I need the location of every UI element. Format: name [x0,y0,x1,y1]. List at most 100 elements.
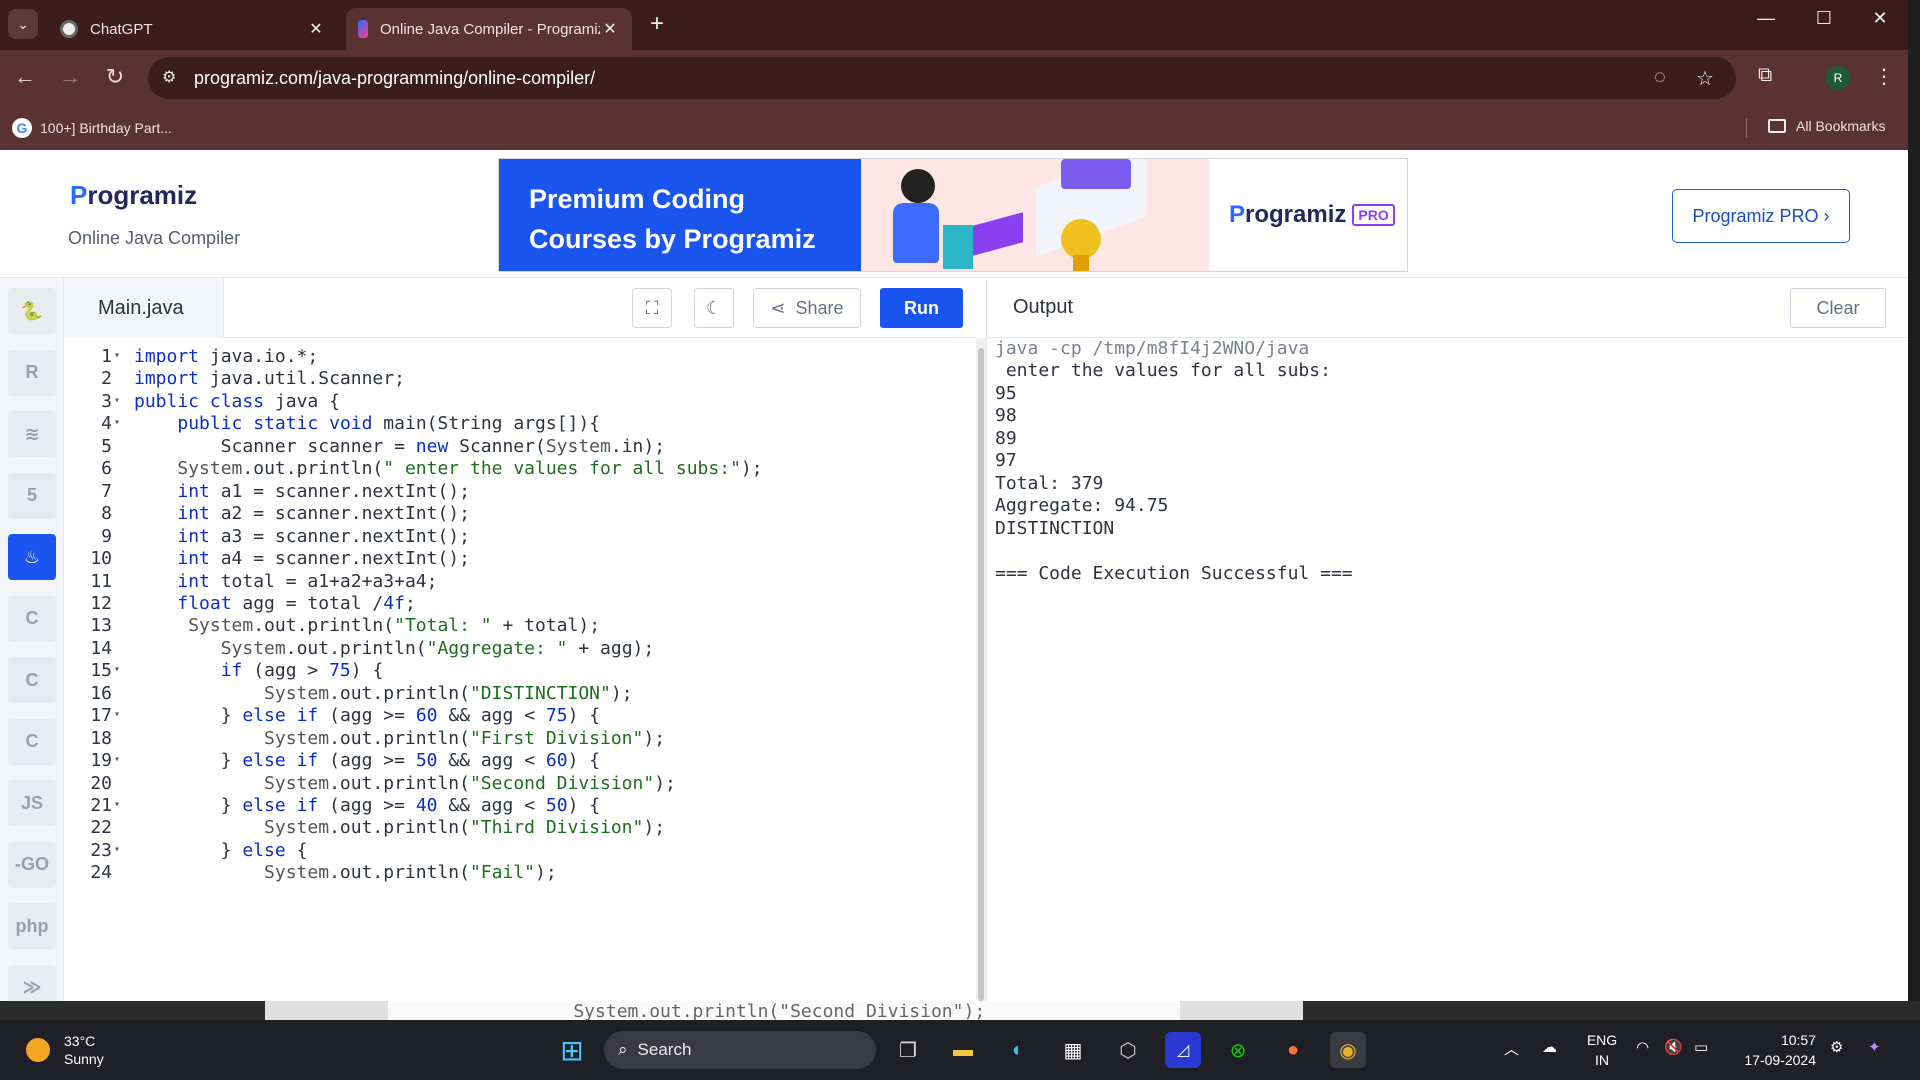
taskbar-search[interactable]: ⌕ Search [604,1031,876,1069]
lang-html-icon[interactable]: 5 [8,472,56,519]
lang-c-icon[interactable]: C [8,595,56,642]
xbox-icon[interactable]: ⊗ [1220,1032,1256,1068]
clock[interactable]: 10:57 17-09-2024 [1738,1030,1816,1070]
menu-kebab-icon[interactable]: ⋮ [1874,64,1894,89]
minimize-icon[interactable]: — [1746,8,1786,29]
address-bar[interactable]: ⚙ programiz.com/java-programming/online-… [148,57,1736,99]
lang-cpp-icon[interactable]: C [8,657,56,703]
dark-mode-icon[interactable]: ☾ [694,288,734,328]
tab-chatgpt[interactable]: ChatGPT ✕ [48,8,338,50]
background-window: System.out.println("Second Division"); [0,1001,1920,1020]
folder-icon [1768,119,1786,133]
output-line: === Code Execution Successful === [995,562,1353,584]
share-button[interactable]: ⋖ Share [753,288,861,328]
reload-icon[interactable]: ↻ [100,64,130,90]
show-hidden-icons-icon[interactable]: ︿ [1504,1038,1519,1059]
tab-title: Online Java Compiler - Programiz [380,20,600,38]
back-icon[interactable]: ← [10,64,40,90]
share-icon: ⋖ [770,297,786,318]
start-icon[interactable]: ⊞ [554,1032,590,1068]
lang-java-icon[interactable]: ♨ [8,534,56,580]
code-line[interactable]: 24 System.out.println("Fail"); [64,862,556,890]
tab-search-button[interactable]: ⌄ [8,9,38,39]
output-console[interactable]: java -cp /tmp/m8fI4j2WNO/java enter the … [986,338,1908,1001]
eye-off-icon[interactable]: ◌ [1654,66,1666,89]
page-subtitle: Online Java Compiler [68,228,241,248]
all-bookmarks-button[interactable]: All Bookmarks [1768,118,1885,134]
editor-toolbar: Main.java ⛶ ☾ ⋖ Share Run [64,278,976,338]
bookmark-star-icon[interactable]: ☆ [1696,66,1714,91]
close-window-icon[interactable]: ✕ [1860,8,1900,29]
search-icon: ⌕ [618,1040,628,1059]
task-view-icon[interactable]: ❐ [890,1032,926,1068]
chrome-icon[interactable]: ◉ [1330,1032,1366,1068]
bookmark-label: 100+] Birthday Part... [40,120,172,136]
battery-icon[interactable]: ▭ [1694,1038,1708,1056]
lang-swift-icon[interactable]: ≫ [8,964,56,1001]
code-editor[interactable]: 1 ▾ import java.io.*; 2 import java.util.Sca… [64,338,976,1001]
file-explorer-icon[interactable]: ▬ [945,1032,981,1068]
fullscreen-icon[interactable]: ⛶ [632,288,672,328]
share-label: Share [795,297,844,318]
onedrive-icon[interactable]: ☁ [1542,1038,1557,1056]
firefox-icon[interactable]: ● [1275,1032,1311,1068]
profile-avatar[interactable]: R [1826,66,1850,90]
lang-csharp-icon[interactable]: C [8,718,56,765]
site-info-icon[interactable]: ⚙ [162,67,176,87]
app-hexagon-icon[interactable]: ⬡ [1110,1032,1146,1068]
taskbar: 33°C Sunny ⊞ ⌕ Search ❐ ▬ ◐ ▦ ⬡ ◿ ⊗ ● ◉ … [0,1020,1920,1080]
search-label: Search [637,1040,692,1059]
app-vscode-like-icon[interactable]: ◿ [1165,1032,1201,1068]
lang-php-icon[interactable]: php [8,903,56,949]
close-tab-icon[interactable]: ✕ [306,19,326,39]
tab-strip: ⌄ ChatGPT ✕ Online Java Compiler - Progr… [0,0,1908,50]
lang-go-icon[interactable]: -GO [8,841,56,888]
speaker-muted-icon[interactable]: 🔇 [1664,1038,1683,1056]
file-tab[interactable]: Main.java [64,278,224,338]
output-line: enter the values for all subs: [995,360,1331,382]
new-tab-icon[interactable]: + [650,10,664,38]
chatgpt-favicon-icon [60,20,78,38]
ad-banner[interactable]: Premium Coding Courses by Programiz Prog… [498,158,1408,272]
extensions-icon[interactable]: ⧉ [1758,64,1772,87]
browser-window: ⌄ ChatGPT ✕ Online Java Compiler - Progr… [0,0,1908,1001]
edge-icon[interactable]: ◐ [1000,1032,1036,1068]
line-number: 24 [90,862,112,884]
output-title: Output [1013,296,1074,318]
bookmarks-divider [1746,118,1747,138]
editor-scrollbar[interactable] [976,338,986,1001]
copilot-icon[interactable]: ✦ [1868,1038,1881,1056]
lang-javascript-icon[interactable]: JS [8,780,56,826]
language-sidebar: 🐍 R ≋ 5 ♨ C C C JS -GO php ≫ [0,278,64,1001]
bookmark-item[interactable]: G 100+] Birthday Part... [12,118,172,138]
store-icon[interactable]: ▦ [1055,1032,1091,1068]
clear-button[interactable]: Clear [1790,288,1886,328]
notification-settings-icon[interactable]: ⚙ [1830,1038,1843,1056]
temperature: 33°C [64,1033,96,1049]
lang-python-icon[interactable]: 🐍 [8,288,56,334]
programiz-pro-button[interactable]: Programiz PRO › [1672,189,1850,243]
weather-condition: Sunny [64,1051,104,1067]
forward-icon[interactable]: → [55,64,85,90]
maximize-icon[interactable]: ☐ [1804,8,1844,29]
scrollbar-thumb[interactable] [978,348,984,1001]
browser-toolbar: ← → ↻ ⚙ programiz.com/java-programming/o… [0,50,1908,106]
tab-programiz[interactable]: Online Java Compiler - Programiz ✕ [346,8,632,50]
language-indicator[interactable]: ENG IN [1586,1030,1618,1070]
weather-widget[interactable]: 33°C Sunny [26,1032,104,1068]
google-icon: G [12,118,32,138]
output-toolbar: Output Clear [986,278,1908,338]
programiz-logo[interactable]: Programiz [70,180,197,211]
all-bookmarks-label: All Bookmarks [1796,118,1886,134]
output-line: DISTINCTION [995,517,1115,539]
wifi-icon[interactable]: ◠ [1636,1038,1649,1056]
close-tab-icon[interactable]: ✕ [600,19,620,39]
lang-sql-icon[interactable]: ≋ [8,411,56,457]
run-button[interactable]: Run [880,288,963,328]
browser-chrome: ⌄ ChatGPT ✕ Online Java Compiler - Progr… [0,0,1908,150]
url-text: programiz.com/java-programming/online-co… [194,68,596,88]
desktop-edge [1908,0,1920,1001]
programiz-favicon-icon [358,20,368,38]
lang-r-icon[interactable]: R [8,349,56,396]
